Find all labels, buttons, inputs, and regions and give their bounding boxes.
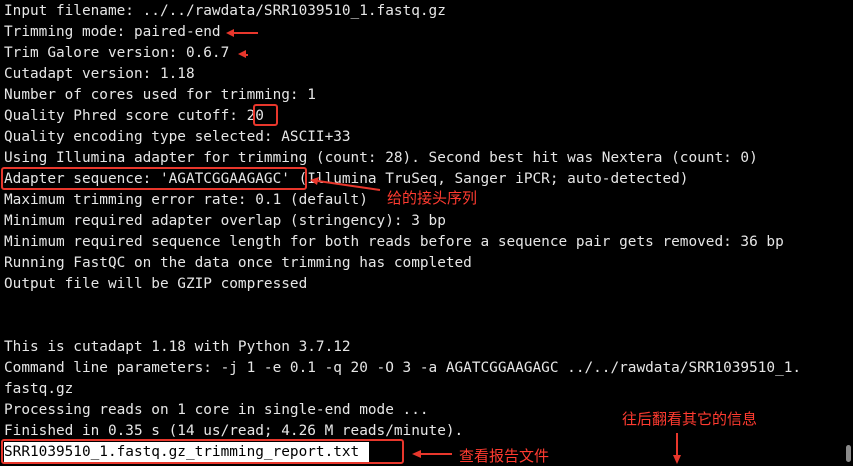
terminal-line: Minimum required sequence length for bot…	[4, 234, 784, 250]
terminal-output[interactable]: Input filename: ../../rawdata/SRR1039510…	[0, 0, 845, 465]
terminal-line: Command line parameters: -j 1 -e 0.1 -q …	[4, 360, 802, 376]
terminal-line: fastq.gz	[4, 381, 74, 397]
terminal-line: Quality encoding type selected: ASCII+33	[4, 129, 351, 145]
terminal-line: Output file will be GZIP compressed	[4, 276, 308, 292]
adapter-note: 给的接头序列	[387, 189, 478, 207]
highlight-quality-cutoff	[253, 104, 278, 126]
more-info-note: 往后翻看其它的信息	[622, 410, 758, 428]
terminal-line: Running FastQC on the data once trimming…	[4, 255, 472, 271]
terminal-line: Processing reads on 1 core in single-end…	[4, 402, 429, 418]
report-note: 查看报告文件	[459, 447, 550, 465]
highlight-adapter-sequence	[1, 167, 307, 190]
scrollbar[interactable]	[845, 0, 853, 465]
terminal-line: Minimum required adapter overlap (string…	[4, 213, 446, 229]
terminal-line: Input filename: ../../rawdata/SRR1039510…	[4, 3, 446, 19]
terminal-line: Trimming mode: paired-end	[4, 24, 221, 40]
scrollbar-thumb[interactable]	[846, 445, 851, 462]
terminal-line: Using Illumina adapter for trimming (cou…	[4, 150, 758, 166]
terminal-line: Maximum trimming error rate: 0.1 (defaul…	[4, 192, 368, 208]
terminal-line: Trim Galore version: 0.6.7	[4, 45, 230, 61]
terminal-line: Quality Phred score cutoff: 20	[4, 108, 264, 124]
terminal-line: Number of cores used for trimming: 1	[4, 87, 316, 103]
terminal-line: This is cutadapt 1.18 with Python 3.7.12	[4, 339, 351, 355]
highlight-report-file	[1, 439, 404, 464]
terminal-line: Cutadapt version: 1.18	[4, 66, 195, 82]
